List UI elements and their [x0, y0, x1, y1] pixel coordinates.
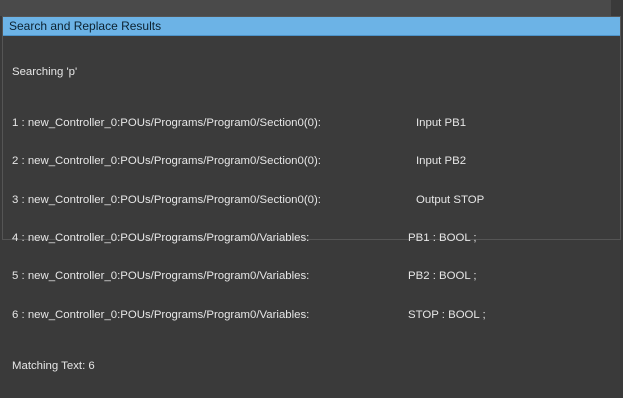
result-line[interactable]: 6 : new_Controller_0:POUs/Programs/Progr…	[12, 309, 612, 322]
panel-title: Search and Replace Results	[9, 19, 162, 33]
search-header-text: Searching 'p'	[12, 65, 78, 78]
result-detail: Input PB1	[416, 116, 467, 129]
panel-title-bar[interactable]: Search and Replace Results	[3, 17, 620, 36]
result-path: 4 : new_Controller_0:POUs/Programs/Progr…	[12, 231, 310, 244]
result-line[interactable]: 1 : new_Controller_0:POUs/Programs/Progr…	[12, 117, 612, 130]
result-path: 3 : new_Controller_0:POUs/Programs/Progr…	[12, 193, 321, 206]
window-notch	[611, 0, 623, 16]
result-line[interactable]: 5 : new_Controller_0:POUs/Programs/Progr…	[12, 270, 612, 283]
results-output[interactable]: Searching 'p' 1 : new_Controller_0:POUs/…	[12, 40, 612, 398]
window-frame: Search and Replace Results Searching 'p'…	[0, 0, 623, 372]
result-detail: PB1 : BOOL ;	[408, 231, 477, 244]
search-header-line: Searching 'p'	[12, 66, 612, 79]
result-path: 6 : new_Controller_0:POUs/Programs/Progr…	[12, 308, 310, 321]
result-detail: STOP : BOOL ;	[408, 308, 486, 321]
search-results-panel: Search and Replace Results Searching 'p'…	[2, 16, 621, 372]
result-line[interactable]: 2 : new_Controller_0:POUs/Programs/Progr…	[12, 155, 612, 168]
result-detail: Output STOP	[416, 193, 485, 206]
top-strip	[0, 0, 623, 16]
result-path: 1 : new_Controller_0:POUs/Programs/Progr…	[12, 116, 321, 129]
result-line[interactable]: 4 : new_Controller_0:POUs/Programs/Progr…	[12, 232, 612, 245]
match-count-line: Matching Text: 6	[12, 360, 612, 373]
result-line[interactable]: 3 : new_Controller_0:POUs/Programs/Progr…	[12, 194, 612, 207]
result-detail: Input PB2	[416, 155, 467, 168]
match-count-text: Matching Text: 6	[12, 359, 95, 372]
result-path: 5 : new_Controller_0:POUs/Programs/Progr…	[12, 270, 310, 283]
result-path: 2 : new_Controller_0:POUs/Programs/Progr…	[12, 155, 321, 168]
result-detail: PB2 : BOOL ;	[408, 270, 477, 283]
